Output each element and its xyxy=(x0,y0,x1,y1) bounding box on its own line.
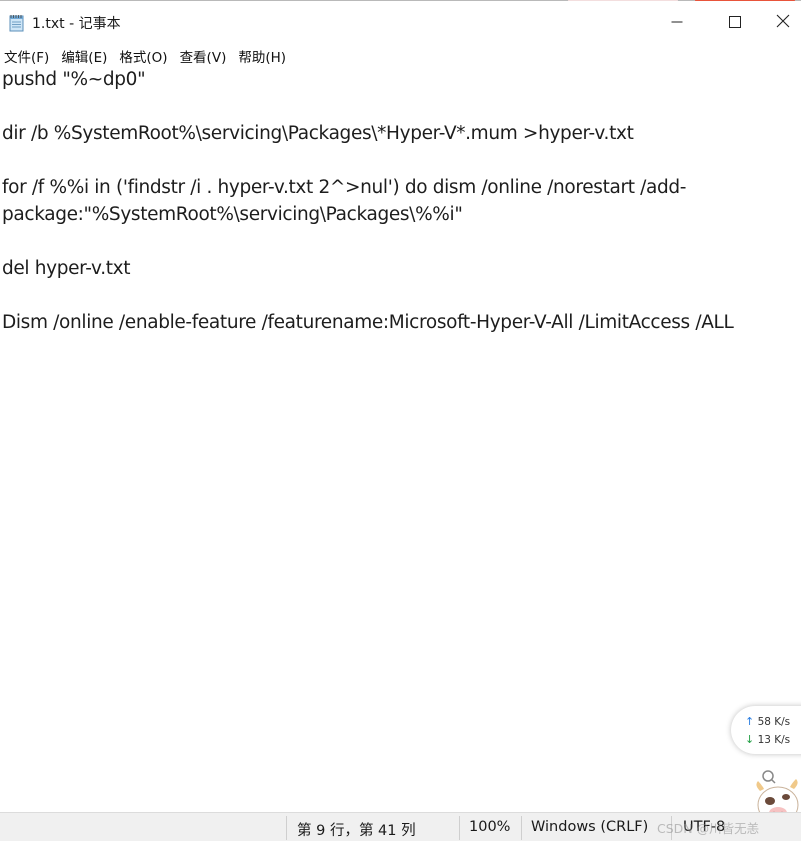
download-speed-value: 13 K/s xyxy=(757,734,791,746)
zoom-level: 100% xyxy=(469,819,511,835)
minimize-icon xyxy=(671,13,683,32)
menu-format[interactable]: 格式(O) xyxy=(114,46,174,66)
maximize-button[interactable] xyxy=(706,1,764,43)
download-speed: ↓ 13 K/s xyxy=(745,733,790,746)
upload-speed: ↑ 58 K/s xyxy=(745,715,790,728)
text-line: Dism /online /enable-feature /featurenam… xyxy=(2,312,734,333)
window-title: 1.txt - 记事本 xyxy=(32,16,121,32)
text-line: dir /b %SystemRoot%\servicing\Packages\*… xyxy=(2,123,634,144)
maximize-icon xyxy=(729,13,741,32)
text-line: for /f %%i in ('findstr /i . hyper-v.txt… xyxy=(2,177,687,198)
text-editor[interactable]: pushd "%~dp0" dir /b %SystemRoot%\servic… xyxy=(0,68,801,812)
upload-speed-value: 58 K/s xyxy=(757,716,791,728)
status-divider xyxy=(459,816,460,840)
line-ending: Windows (CRLF) xyxy=(531,819,649,835)
notepad-icon xyxy=(8,14,26,32)
network-speed-widget[interactable]: ↑ 58 K/s ↓ 13 K/s xyxy=(731,706,801,754)
text-line: del hyper-v.txt xyxy=(2,258,131,279)
watermark-text: CSDN @川皆无恙 xyxy=(657,821,760,836)
menu-file[interactable]: 文件(F) xyxy=(0,46,56,66)
close-icon xyxy=(776,13,790,32)
menu-edit[interactable]: 编辑(E) xyxy=(56,46,114,66)
text-line: package:"%SystemRoot%\servicing\Packages… xyxy=(2,204,463,225)
status-divider xyxy=(521,816,522,840)
cursor-position: 第 9 行，第 41 列 xyxy=(297,823,416,839)
arrow-down-icon: ↓ xyxy=(745,733,755,746)
status-divider xyxy=(286,816,287,840)
menu-help[interactable]: 帮助(H) xyxy=(233,46,293,66)
title-bar[interactable]: 1.txt - 记事本 xyxy=(0,1,801,43)
close-button[interactable] xyxy=(764,1,801,43)
menu-view[interactable]: 查看(V) xyxy=(175,46,234,66)
menu-bar: 文件(F) 编辑(E) 格式(O) 查看(V) 帮助(H) xyxy=(0,43,801,68)
text-line: pushd "%~dp0" xyxy=(2,69,146,90)
notepad-window: 1.txt - 记事本 文件(F) 编辑(E) 格式(O) 查看(V) 帮助(H… xyxy=(0,0,801,841)
minimize-button[interactable] xyxy=(648,1,706,43)
arrow-up-icon: ↑ xyxy=(745,715,755,728)
